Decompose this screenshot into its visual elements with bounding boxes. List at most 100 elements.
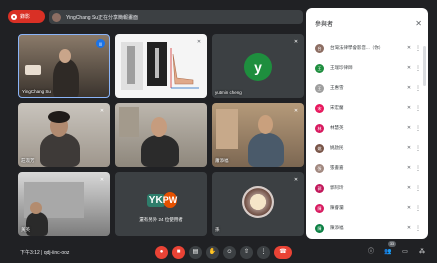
more-options-icon[interactable]: ⋮ [413,205,423,212]
participant-row[interactable]: 林 林慧英 ✕ ⋮ [315,121,423,135]
captions-button[interactable]: ▤ [189,246,202,259]
participant-row[interactable]: 台 台灣法律學會影音...（你） ✕ ⋮ [315,41,423,55]
participant-row[interactable]: 王 王惠雪 ✕ ⋮ [315,81,423,95]
meeting-info: 下午3:12 | qdj-iinc-ooz [20,249,69,256]
participant-row[interactable]: 陳 陳添福 ✕ ⋮ [315,221,423,235]
mic-off-icon: ✕ [99,108,105,114]
participant-row[interactable]: 郭 郭阿玲 ✕ ⋮ [315,181,423,195]
avatar: 林 [315,123,324,133]
participant-face [59,49,71,63]
tile-name: 蕭添福 [215,158,229,163]
participant-row[interactable]: 張 張書嘉 ✕ ⋮ [315,161,423,175]
more-options-icon[interactable]: ⋮ [413,45,423,52]
more-options-icon[interactable]: ⋮ [413,85,423,92]
tile-name: YingChang Su [22,89,51,94]
participants-panel: 參與者 ✕ 台 台灣法律學會影音...（你） ✕ ⋮ 王 王瑞珍律師 ✕ ⋮ 王… [306,8,428,239]
presenting-banner[interactable]: YingChang Su正在分享簡報畫面 [49,10,303,24]
participant-name: 陳睿瀾 [330,205,344,210]
scrollbar[interactable] [423,46,426,86]
participant-name: 王瑞珍律師 [330,65,353,70]
camera-toggle-button[interactable]: ■ [172,246,185,259]
recording-indicator[interactable]: 錄影 [8,10,45,23]
activities-icon[interactable]: ⁂ [417,247,427,257]
mic-off-icon[interactable]: ✕ [405,145,413,151]
participant-name: 台灣法律學會影音...（你） [330,45,384,50]
avatar: y [244,53,272,81]
participant-face [151,117,167,137]
presenter-avatar [52,12,61,22]
participant-name: 姚啟民 [330,145,344,150]
close-icon[interactable]: ✕ [415,19,422,28]
raise-hand-button[interactable]: ✋ [206,246,219,259]
mic-off-icon: ✕ [293,39,299,45]
mic-off-icon[interactable]: ✕ [405,85,413,91]
participant-name: 林慧英 [330,125,344,130]
leave-call-button[interactable]: ☎ [274,246,292,259]
mic-off-icon[interactable]: ✕ [405,105,413,111]
more-options-icon[interactable]: ⋮ [413,185,423,192]
avatar: 台 [315,43,324,53]
others-logo: YK PW [146,189,178,211]
chat-icon[interactable]: ▭ [400,247,410,257]
room-wall [119,107,139,137]
mic-off-icon[interactable]: ✕ [405,65,413,71]
participant-count-badge: 33 [388,241,396,247]
recording-label: 錄影 [20,14,31,20]
present-button[interactable]: ⇧ [240,246,253,259]
more-options-icon[interactable]: ⋮ [257,246,270,259]
mic-off-icon[interactable]: ✕ [405,205,413,211]
participant-name: 陳添福 [330,225,344,230]
tile-name: 莊淑芳 [21,158,35,163]
video-tile[interactable]: ✕ 莊淑芳 [18,103,110,167]
avatar: 王 [315,83,324,93]
more-options-icon[interactable]: ⋮ [413,105,423,112]
more-options-icon[interactable]: ⋮ [413,165,423,172]
separator: | [41,250,43,256]
panel-title: 參與者 [315,21,334,28]
more-options-icon[interactable]: ⋮ [413,225,423,232]
avatar: 王 [315,63,324,73]
mic-toggle-button[interactable]: ● [155,246,168,259]
participant-video [53,59,79,97]
video-tile-avatar[interactable]: y ✕ yutmin cheng [212,34,304,98]
video-tile-slide[interactable]: ✕ [115,34,207,98]
panel-header: 參與者 ✕ [306,8,428,38]
video-tile-presenter[interactable]: ||| YingChang Su [18,34,110,98]
presenting-text: YingChang Su正在分享簡報畫面 [66,14,139,21]
record-icon [11,13,17,20]
participant-row[interactable]: 姚 姚啟民 ✕ ⋮ [315,141,423,155]
video-tile[interactable]: ✕ 蕭添福 [212,103,304,167]
mic-off-icon[interactable]: ✕ [405,45,413,51]
mic-off-icon: ✕ [196,39,202,45]
others-count-label: 還有另外 24 位使用者 [139,217,183,222]
video-tile[interactable] [115,103,207,167]
clock-time: 下午3:12 [20,250,40,256]
video-tile[interactable]: ✕ 孫 [212,172,304,236]
mic-off-icon[interactable]: ✕ [405,165,413,171]
bottom-bar: 下午3:12 | qdj-iinc-ooz ● ■ ▤ ✋ ☺ ⇧ ⋮ ☎ ⓘ … [0,240,437,263]
people-icon[interactable]: 👥 [383,247,393,257]
participant-video [141,135,179,167]
participant-name: 王惠雪 [330,85,344,90]
mic-off-icon[interactable]: ✕ [405,125,413,131]
emoji-button[interactable]: ☺ [223,246,236,259]
info-icon[interactable]: ⓘ [366,247,376,257]
more-options-icon[interactable]: ⋮ [413,145,423,152]
more-options-icon[interactable]: ⋮ [413,125,423,132]
avatar: 宋 [315,103,324,113]
video-tile[interactable]: ✕ 黃英 [18,172,110,236]
meeting-code: qdj-iinc-ooz [43,250,70,256]
mic-off-icon[interactable]: ✕ [405,225,413,231]
participant-row[interactable]: 王 王瑞珍律師 ✕ ⋮ [315,61,423,75]
participant-row[interactable]: 宋 宋宏蘭 ✕ ⋮ [315,101,423,115]
avatar: 郭 [315,183,324,193]
participant-name: 張書嘉 [330,165,344,170]
avatar: 陳 [315,203,324,213]
participant-row[interactable]: 陳 陳睿瀾 ✕ ⋮ [315,201,423,215]
top-bar: 錄影 YingChang Su正在分享簡報畫面 [0,0,303,30]
logo-right: PW [162,192,178,208]
mic-off-icon[interactable]: ✕ [405,185,413,191]
video-tile-others[interactable]: YK PW 還有另外 24 位使用者 [115,172,207,236]
more-options-icon[interactable]: ⋮ [413,65,423,72]
avatar: 張 [315,163,324,173]
